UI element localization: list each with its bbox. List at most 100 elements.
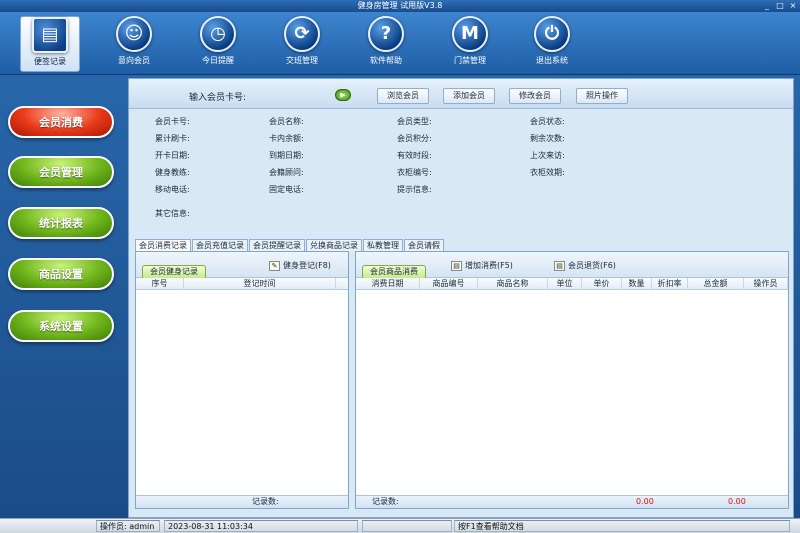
toolbar-notes-button[interactable]: ▤ 便签记录 [20, 16, 80, 72]
app-window: 健身房管理 试用版V3.8 _ □ × ▤ 便签记录 ☺ 意向会员 ◷ 今日提醒… [0, 0, 800, 533]
fitness-checkin-button[interactable]: ✎ 健身登记(F8) [269, 260, 331, 271]
col-operator[interactable]: 操作员 [744, 278, 788, 290]
field-locker-no: 衣柜编号: [397, 168, 432, 177]
go-button[interactable]: ▶ [335, 89, 351, 101]
nav-member-manage[interactable]: 会员管理 [8, 156, 114, 188]
toolbar-exit-button[interactable]: ⏻ 退出系统 [522, 16, 582, 72]
window-title: 健身房管理 试用版V3.8 [357, 1, 443, 10]
operator-value: admin [129, 522, 155, 531]
photo-button[interactable]: 照片操作 [576, 88, 628, 104]
member-return-label: 会员退货(F6) [568, 261, 616, 270]
field-points: 会员积分: [397, 134, 432, 143]
toolbar-prospects-button[interactable]: ☺ 意向会员 [104, 16, 164, 72]
tab-leave[interactable]: 会员请假 [404, 239, 444, 251]
nav-goods-settings[interactable]: 商品设置 [8, 258, 114, 290]
operator-label: 操作员: [100, 522, 127, 531]
close-button[interactable]: × [788, 1, 798, 10]
member-info: 会员卡号: 累计刷卡: 开卡日期: 健身教练: 移动电话: 会员名称: 卡内余额… [129, 110, 793, 237]
field-tip: 提示信息: [397, 185, 432, 194]
main-toolbar: ▤ 便签记录 ☺ 意向会员 ◷ 今日提醒 ⟳ 交班管理 ? 软件帮助 M 门禁管… [0, 12, 800, 75]
field-member-name: 会员名称: [269, 117, 304, 126]
checkin-label: 健身登记(F8) [283, 261, 331, 270]
field-locker-exp: 衣柜效期: [530, 168, 565, 177]
toolbar-label: 软件帮助 [370, 56, 402, 65]
field-last-visit: 上次来访: [530, 151, 565, 160]
field-open-date: 开卡日期: [155, 151, 190, 160]
toolbar-label: 门禁管理 [454, 56, 486, 65]
fitness-record-tab[interactable]: 会员健身记录 [142, 265, 206, 278]
toolbar-label: 今日提醒 [202, 56, 234, 65]
col-goods-name[interactable]: 商品名称 [478, 278, 548, 290]
panel-footer: 记录数: [136, 495, 348, 508]
field-other-info: 其它信息: [155, 209, 190, 218]
field-expire-date: 到期日期: [269, 151, 304, 160]
field-remaining: 剩余次数: [530, 134, 565, 143]
col-total[interactable]: 总金额 [688, 278, 744, 290]
member-return-button[interactable]: ▤ 会员退货(F6) [554, 260, 616, 271]
toolbar-label: 交班管理 [286, 56, 318, 65]
title-bar: 健身房管理 试用版V3.8 _ □ × [0, 0, 800, 12]
col-price[interactable]: 单价 [582, 278, 622, 290]
toolbar-shift-button[interactable]: ⟳ 交班管理 [272, 16, 332, 72]
column-header: 序号 登记时间 [136, 278, 348, 290]
status-blank [362, 520, 452, 532]
col-unit[interactable]: 单位 [548, 278, 582, 290]
tab-exchange-records[interactable]: 兑换商品记录 [306, 239, 362, 251]
col-goods-no[interactable]: 商品编号 [420, 278, 478, 290]
tab-consume-records[interactable]: 会员消费记录 [135, 239, 191, 251]
field-card-no: 会员卡号: [155, 117, 190, 126]
toolbar-label: 意向会员 [118, 56, 150, 65]
clock-icon: ◷ [200, 16, 236, 52]
edit-member-button[interactable]: 修改会员 [509, 88, 561, 104]
fitness-record-panel: 会员健身记录 ✎ 健身登记(F8) 序号 登记时间 记录数: [135, 251, 349, 509]
goods-consume-tab[interactable]: 会员商品消费 [362, 265, 426, 278]
operator-field: 操作员: admin [96, 520, 160, 532]
document-icon: ▤ [451, 260, 462, 271]
add-consume-button[interactable]: ▤ 增加消费(F5) [451, 260, 513, 271]
panel-footer: 记录数: 0.00 0.00 [356, 495, 788, 508]
maximize-button[interactable]: □ [775, 1, 785, 10]
add-member-button[interactable]: 添加会员 [443, 88, 495, 104]
record-tabs: 会员消费记录 会员充值记录 会员提醒记录 兑换商品记录 私教管理 会员请假 [135, 239, 445, 251]
card-number-label: 输入会员卡号: [189, 93, 247, 103]
column-header: 消费日期 商品编号 商品名称 单位 单价 数量 折扣率 总金额 操作员 [356, 278, 788, 290]
minimize-button[interactable]: _ [762, 1, 772, 10]
power-icon: ⏻ [534, 16, 570, 52]
add-consume-label: 增加消费(F5) [465, 261, 513, 270]
main-panel: 输入会员卡号: ▶ 浏览会员 添加会员 修改会员 照片操作 会员卡号: 累计刷卡… [128, 78, 794, 518]
toolbar-reminders-button[interactable]: ◷ 今日提醒 [188, 16, 248, 72]
nav-reports[interactable]: 统计报表 [8, 207, 114, 239]
col-qty[interactable]: 数量 [622, 278, 652, 290]
panel-header: 会员健身记录 ✎ 健身登记(F8) [136, 252, 348, 278]
refresh-icon: ⟳ [284, 16, 320, 52]
left-nav: 会员消费 会员管理 统计报表 商品设置 系统设置 [0, 76, 128, 518]
tab-recharge-records[interactable]: 会员充值记录 [192, 239, 248, 251]
panel-header: 会员商品消费 ▤ 增加消费(F5) ▤ 会员退货(F6) [356, 252, 788, 278]
field-swipe-count: 累计刷卡: [155, 134, 190, 143]
card-input-bar: 输入会员卡号: ▶ 浏览会员 添加会员 修改会员 照片操作 [129, 79, 793, 109]
tab-reminder-records[interactable]: 会员提醒记录 [249, 239, 305, 251]
help-icon: ? [368, 16, 404, 52]
toolbar-label: 退出系统 [536, 56, 568, 65]
field-consultant: 会籍顾问: [269, 168, 304, 177]
toolbar-label: 便签记录 [34, 57, 66, 66]
tab-private-coach[interactable]: 私教管理 [363, 239, 403, 251]
field-coach: 健身教练: [155, 168, 190, 177]
help-hint: 按F1查看帮助文档 [454, 520, 790, 532]
sum-total: 0.00 [728, 497, 746, 506]
nav-system-settings[interactable]: 系统设置 [8, 310, 114, 342]
col-checkin-time[interactable]: 登记时间 [184, 278, 336, 290]
col-seq[interactable]: 序号 [136, 278, 184, 290]
notepad-icon: ▤ [32, 17, 68, 53]
document-icon: ▤ [554, 260, 565, 271]
col-discount[interactable]: 折扣率 [652, 278, 688, 290]
col-consume-date[interactable]: 消费日期 [356, 278, 420, 290]
goods-consume-panel: 会员商品消费 ▤ 增加消费(F5) ▤ 会员退货(F6) 消费日期 商品编号 商品名… [355, 251, 789, 509]
nav-member-consume[interactable]: 会员消费 [8, 106, 114, 138]
record-count-label: 记录数: [372, 497, 399, 506]
browse-member-button[interactable]: 浏览会员 [377, 88, 429, 104]
datetime-field: 2023-08-31 11:03:34 [164, 520, 358, 532]
toolbar-access-button[interactable]: M 门禁管理 [440, 16, 500, 72]
toolbar-help-button[interactable]: ? 软件帮助 [356, 16, 416, 72]
field-phone: 固定电话: [269, 185, 304, 194]
